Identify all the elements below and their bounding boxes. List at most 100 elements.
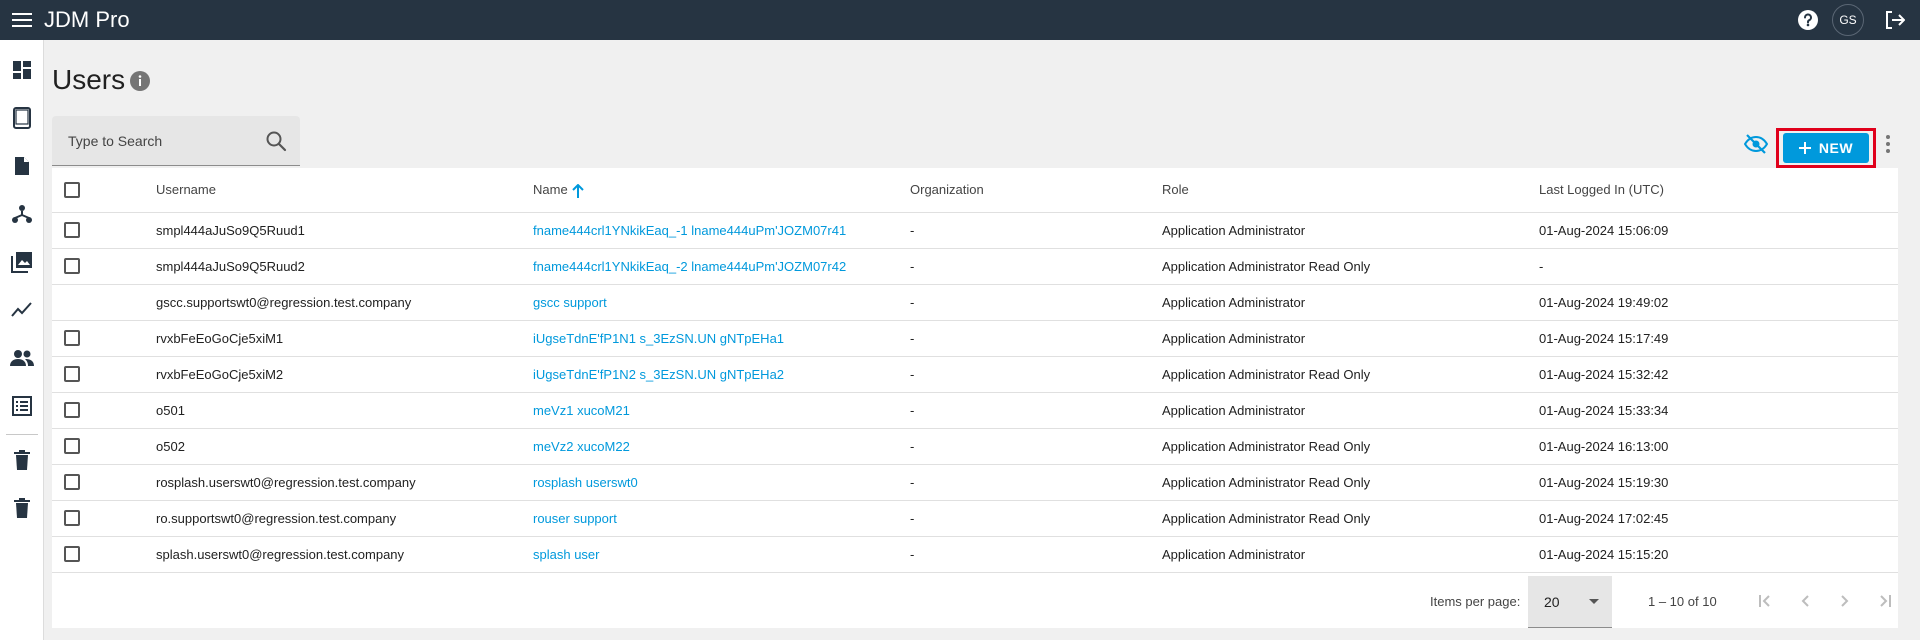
cell-name-link[interactable]: rouser support <box>533 500 910 537</box>
cell-name-link[interactable]: meVz2 xucoM22 <box>533 428 910 465</box>
cell-organization: - <box>910 428 1162 465</box>
cell-name-link[interactable]: fname444crl1YNkikEaq_-2 lname444uPm'JOZM… <box>533 248 910 285</box>
column-header-last-logged-in[interactable]: Last Logged In (UTC) <box>1539 168 1898 213</box>
first-page-button[interactable] <box>1754 590 1776 612</box>
dropdown-arrow-icon <box>1589 599 1599 604</box>
nav-media[interactable] <box>0 244 44 280</box>
cell-name-link[interactable]: iUgseTdnE'fP1N2 s_3EzSN.UN gNTpEHa2 <box>533 356 910 393</box>
column-header-name[interactable]: Name <box>533 168 910 213</box>
logout-button[interactable] <box>1874 0 1914 40</box>
help-button[interactable] <box>1788 0 1828 40</box>
nav-divider <box>6 434 38 435</box>
items-per-page-label: Items per page: <box>1430 594 1521 609</box>
cell-username: smpl444aJuSo9Q5Ruud1 <box>156 212 533 249</box>
toggle-visibility-button[interactable] <box>1744 132 1768 156</box>
row-checkbox[interactable] <box>64 438 80 455</box>
row-checkbox[interactable] <box>64 474 80 491</box>
table-row[interactable]: gscc.supportswt0@regression.test.company… <box>52 284 1898 321</box>
row-select-cell <box>52 356 156 393</box>
cell-name-link[interactable]: iUgseTdnE'fP1N1 s_3EzSN.UN gNTpEHa1 <box>533 320 910 357</box>
cell-last-logged-in: 01-Aug-2024 19:49:02 <box>1539 284 1898 321</box>
nav-trash-2[interactable] <box>0 490 44 526</box>
column-header-username[interactable]: Username <box>156 168 533 213</box>
dashboard-icon <box>13 61 31 79</box>
cell-organization: - <box>910 500 1162 537</box>
column-header-organization[interactable]: Organization <box>910 168 1162 213</box>
first-page-icon <box>1759 595 1770 607</box>
user-avatar[interactable]: GS <box>1832 4 1864 36</box>
previous-page-button[interactable] <box>1794 590 1816 612</box>
nav-hierarchy[interactable] <box>0 196 44 232</box>
next-page-button[interactable] <box>1834 590 1856 612</box>
chevron-right-icon <box>1841 595 1849 607</box>
paginator: Items per page: 20 1 – 10 of 10 <box>52 574 1898 628</box>
trending-icon <box>11 302 32 317</box>
column-header-role[interactable]: Role <box>1162 168 1539 213</box>
trash-icon <box>14 450 30 470</box>
cell-last-logged-in: 01-Aug-2024 15:17:49 <box>1539 320 1898 357</box>
cell-organization: - <box>910 356 1162 393</box>
last-page-button[interactable] <box>1874 590 1896 612</box>
table-row[interactable]: rvxbFeEoGoCje5xiM2 iUgseTdnE'fP1N2 s_3EzS… <box>52 356 1898 393</box>
cell-username: gscc.supportswt0@regression.test.company <box>156 284 533 321</box>
cell-name-link[interactable]: rosplash userswt0 <box>533 464 910 501</box>
new-button[interactable]: NEW <box>1783 133 1869 163</box>
items-per-page-select[interactable]: 20 <box>1528 576 1612 628</box>
select-all-checkbox[interactable] <box>64 182 80 199</box>
users-table-card: Username Name Organization Role Last Log… <box>52 168 1898 628</box>
cell-username: rosplash.userswt0@regression.test.compan… <box>156 464 533 501</box>
table-row[interactable]: o502 meVz2 xucoM22- Application Administra… <box>52 428 1898 465</box>
row-checkbox[interactable] <box>64 258 80 275</box>
row-checkbox[interactable] <box>64 222 80 239</box>
row-select-cell <box>52 464 156 501</box>
cell-role: Application Administrator Read Only <box>1162 464 1539 501</box>
cell-name-link[interactable]: fname444crl1YNkikEaq_-1 lname444uPm'JOZM… <box>533 212 910 249</box>
row-checkbox[interactable] <box>64 330 80 347</box>
cell-organization: - <box>910 464 1162 501</box>
menu-button[interactable] <box>0 0 44 40</box>
more-options-button[interactable] <box>1878 132 1898 156</box>
nav-dashboard[interactable] <box>0 52 44 88</box>
row-select-cell <box>52 536 156 573</box>
visibility-off-icon <box>1744 134 1768 154</box>
nav-users[interactable] <box>0 340 44 376</box>
side-nav <box>0 40 44 640</box>
row-checkbox[interactable] <box>64 546 80 563</box>
cell-username: o502 <box>156 428 533 465</box>
cell-role: Application Administrator <box>1162 536 1539 573</box>
photo-library-icon <box>11 252 32 273</box>
info-icon[interactable] <box>129 70 151 92</box>
cell-last-logged-in: 01-Aug-2024 15:06:09 <box>1539 212 1898 249</box>
table-row[interactable]: rosplash.userswt0@regression.test.compan… <box>52 464 1898 501</box>
tablet-icon <box>13 107 31 129</box>
row-select-cell <box>52 428 156 465</box>
page-range-label: 1 – 10 of 10 <box>1648 594 1717 609</box>
cell-name-link[interactable]: gscc support <box>533 284 910 321</box>
table-row[interactable]: splash.userswt0@regression.test.company s… <box>52 536 1898 573</box>
top-bar: JDM Pro GS <box>0 0 1920 40</box>
cell-last-logged-in: 01-Aug-2024 15:19:30 <box>1539 464 1898 501</box>
search-icon[interactable] <box>265 130 287 152</box>
table-row[interactable]: o501 meVz1 xucoM21- Application Administra… <box>52 392 1898 429</box>
nav-documents[interactable] <box>0 148 44 184</box>
table-row[interactable]: ro.supportswt0@regression.test.company ro… <box>52 500 1898 537</box>
sort-ascending-icon <box>571 183 584 198</box>
cell-role: Application Administrator Read Only <box>1162 356 1539 393</box>
nav-trash-1[interactable] <box>0 442 44 478</box>
row-checkbox[interactable] <box>64 402 80 419</box>
nav-analytics[interactable] <box>0 292 44 328</box>
search-input[interactable] <box>52 116 262 166</box>
table-row[interactable]: rvxbFeEoGoCje5xiM1 iUgseTdnE'fP1N1 s_3EzS… <box>52 320 1898 357</box>
select-all-cell <box>52 168 156 213</box>
cell-name-link[interactable]: meVz1 xucoM21 <box>533 392 910 429</box>
plus-icon <box>1798 142 1811 154</box>
cell-username: smpl444aJuSo9Q5Ruud2 <box>156 248 533 285</box>
cell-username: splash.userswt0@regression.test.company <box>156 536 533 573</box>
row-checkbox[interactable] <box>64 366 80 383</box>
nav-devices[interactable] <box>0 100 44 136</box>
cell-name-link[interactable]: splash user <box>533 536 910 573</box>
row-checkbox[interactable] <box>64 510 80 527</box>
table-row[interactable]: smpl444aJuSo9Q5Ruud1 fname444crl1YNkikEaq… <box>52 212 1898 249</box>
table-row[interactable]: smpl444aJuSo9Q5Ruud2 fname444crl1YNkikEaq… <box>52 248 1898 285</box>
nav-list[interactable] <box>0 388 44 424</box>
